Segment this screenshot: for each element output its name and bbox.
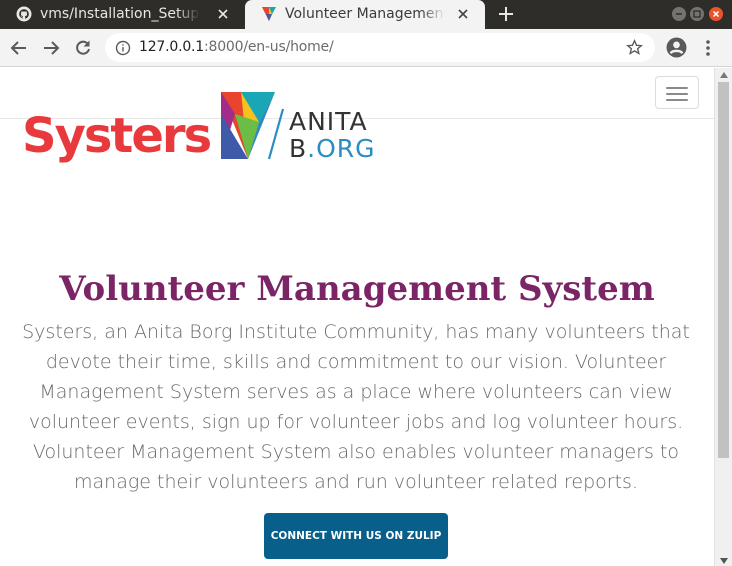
- page-title: Volunteer Management System: [59, 269, 655, 309]
- systers-logo[interactable]: Systers: [22, 105, 212, 167]
- hamburger-menu-button[interactable]: [655, 76, 699, 109]
- tab-volunteer-management[interactable]: Volunteer Management S: [245, 0, 485, 29]
- tab-strip: vms/Installation_Setup.m Volunteer Manag…: [0, 0, 732, 29]
- scrollbar-thumb[interactable]: [718, 82, 729, 458]
- maximize-button[interactable]: [690, 7, 704, 21]
- scroll-up-arrow-icon[interactable]: [720, 72, 728, 78]
- vertical-scrollbar[interactable]: [714, 68, 732, 566]
- back-arrow-icon[interactable]: [9, 38, 29, 58]
- tab-installation-setup[interactable]: vms/Installation_Setup.m: [0, 0, 245, 29]
- forward-arrow-icon[interactable]: [41, 38, 61, 58]
- new-tab-icon[interactable]: [497, 5, 515, 23]
- tab-title: vms/Installation_Setup.m: [40, 6, 200, 22]
- intro-paragraph: Systers, an Anita Borg Institute Communi…: [22, 321, 690, 493]
- reload-icon[interactable]: [73, 38, 93, 58]
- account-icon[interactable]: [666, 37, 687, 58]
- browser-toolbar: 127.0.0.1:8000/en-us/home/: [0, 29, 732, 67]
- github-icon: [16, 6, 32, 22]
- info-icon[interactable]: [115, 40, 131, 56]
- anitab-favicon-icon: [262, 7, 276, 21]
- connect-zulip-button[interactable]: CONNECT WITH US ON ZULIP: [264, 513, 448, 559]
- menu-dots-icon[interactable]: [703, 39, 713, 57]
- window-close-button[interactable]: [709, 7, 723, 21]
- anitab-logo-text[interactable]: ANITA B.ORG: [289, 108, 376, 162]
- tab-title: Volunteer Management S: [285, 6, 445, 22]
- scroll-down-arrow-icon[interactable]: [720, 558, 728, 564]
- close-icon[interactable]: [215, 6, 231, 22]
- minimize-button[interactable]: [672, 7, 686, 21]
- url-text: 127.0.0.1:8000/en-us/home/: [139, 39, 334, 55]
- address-bar[interactable]: 127.0.0.1:8000/en-us/home/: [105, 33, 655, 62]
- logo-slash-icon: [267, 108, 285, 160]
- bookmark-star-icon[interactable]: [626, 39, 643, 56]
- close-icon[interactable]: [455, 6, 471, 22]
- page-viewport: Systers ANITA B.ORG Volunteer Management…: [0, 68, 714, 566]
